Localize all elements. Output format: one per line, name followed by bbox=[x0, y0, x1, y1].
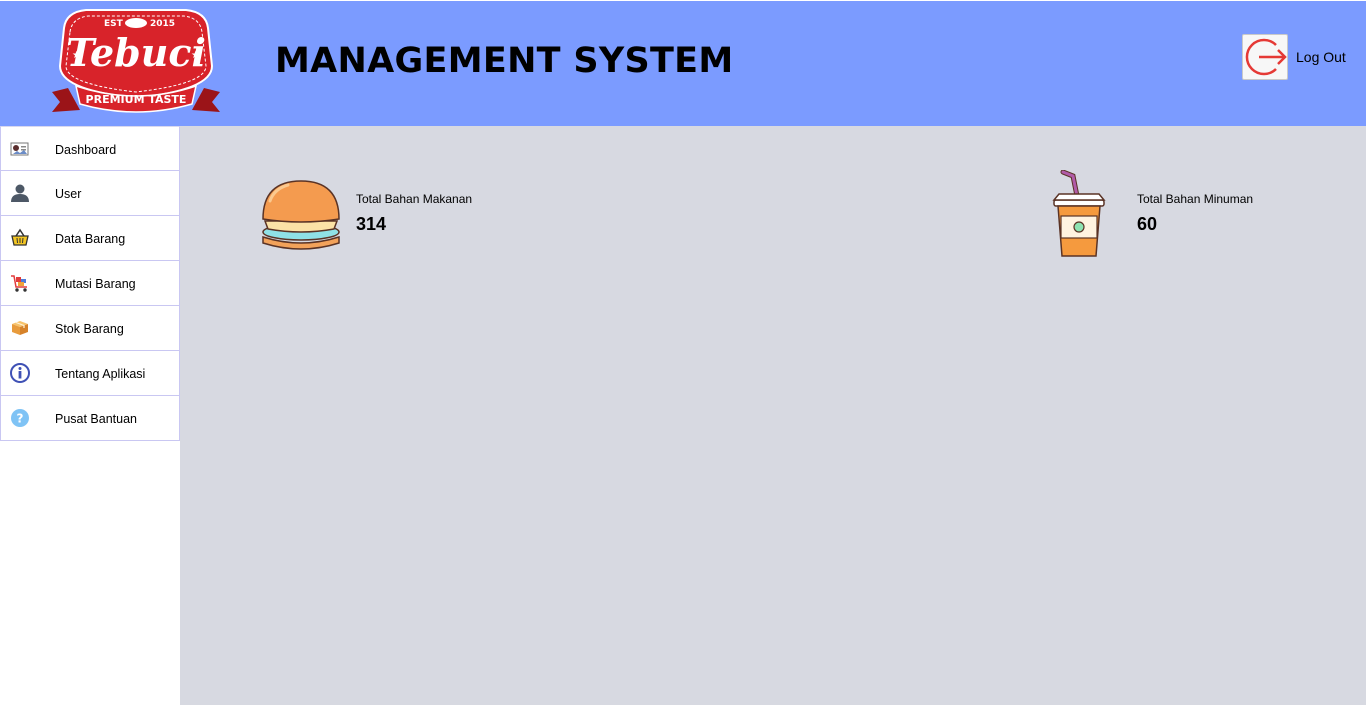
sidebar-item-label: Pusat Bantuan bbox=[55, 412, 138, 426]
svg-text:?: ? bbox=[17, 412, 24, 426]
logout-icon bbox=[1245, 38, 1287, 76]
sidebar-item-label: Stok Barang bbox=[55, 322, 124, 336]
drink-stat-value: 60 bbox=[1137, 214, 1158, 234]
logout-icon-box[interactable] bbox=[1242, 34, 1288, 80]
tebuci-logo: EST 2015 ★ ★ Tebuci PREMIUM TASTE bbox=[52, 9, 220, 113]
svg-text:2015: 2015 bbox=[150, 19, 175, 29]
sidebar-item-label: User bbox=[55, 187, 82, 201]
drink-stat-label: Total Bahan Minuman bbox=[1137, 192, 1254, 206]
logout-button[interactable]: Log Out bbox=[1242, 34, 1346, 80]
sidebar-item-mutasi-barang[interactable]: Mutasi Barang bbox=[0, 261, 180, 306]
basket-icon bbox=[11, 228, 29, 246]
sidebar-item-stok-barang[interactable]: Stok Barang bbox=[0, 306, 180, 351]
sidebar-item-dashboard[interactable]: Dashboard bbox=[0, 126, 180, 171]
sidebar-item-user[interactable]: User bbox=[0, 171, 180, 216]
sidebar-item-label: Mutasi Barang bbox=[55, 277, 136, 291]
burger-icon bbox=[262, 180, 340, 250]
sidebar-item-data-barang[interactable]: Data Barang bbox=[0, 216, 180, 261]
dashboard-content: Total Bahan Makanan 314 Total Bahan Minu… bbox=[180, 126, 1366, 705]
info-icon bbox=[10, 363, 30, 383]
cart-icon bbox=[11, 275, 27, 292]
page-title: MANAGEMENT SYSTEM bbox=[275, 41, 734, 81]
drink-cup-icon bbox=[1052, 170, 1106, 257]
app-header: EST 2015 ★ ★ Tebuci PREMIUM TASTE MANAGE… bbox=[0, 0, 1366, 126]
sidebar-item-tentang-aplikasi[interactable]: Tentang Aplikasi bbox=[0, 351, 180, 396]
logout-label[interactable]: Log Out bbox=[1296, 49, 1346, 65]
dashboard-icon bbox=[10, 142, 29, 156]
help-icon: ? bbox=[11, 409, 29, 427]
svg-text:EST: EST bbox=[104, 19, 124, 29]
sidebar-item-label: Dashboard bbox=[55, 143, 117, 157]
box-icon bbox=[12, 321, 28, 335]
user-icon bbox=[11, 184, 29, 202]
svg-text:PREMIUM TASTE: PREMIUM TASTE bbox=[86, 93, 187, 106]
food-stat-value: 314 bbox=[356, 214, 387, 234]
sidebar: Dashboard User Data Barang Mutasi Barang bbox=[0, 126, 180, 705]
sidebar-item-label: Data Barang bbox=[55, 232, 126, 246]
sidebar-item-label: Tentang Aplikasi bbox=[55, 367, 146, 381]
svg-text:Tebuci: Tebuci bbox=[66, 30, 206, 75]
sidebar-item-pusat-bantuan[interactable]: ? Pusat Bantuan bbox=[0, 396, 180, 441]
food-stat-label: Total Bahan Makanan bbox=[356, 192, 473, 206]
